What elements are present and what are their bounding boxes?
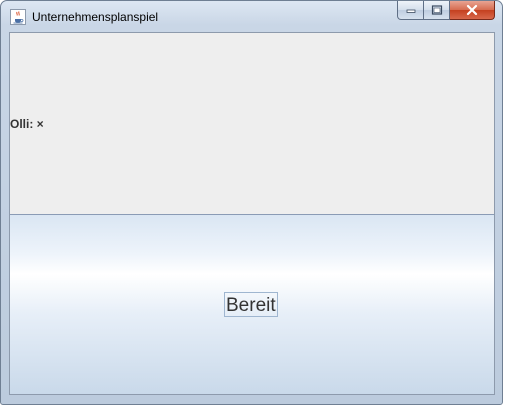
minimize-button[interactable] xyxy=(397,1,424,20)
title-bar[interactable]: Unternehmensplanspiel xyxy=(1,1,502,32)
window-title: Unternehmensplanspiel xyxy=(32,10,159,24)
ready-button-area[interactable]: Bereit xyxy=(10,214,494,394)
caption-buttons xyxy=(397,1,495,21)
ready-button[interactable]: Bereit xyxy=(224,292,278,317)
player-status-label: Olli: × xyxy=(10,117,44,131)
close-icon xyxy=(466,4,478,16)
minimize-icon xyxy=(406,9,415,13)
maximize-button[interactable] xyxy=(424,1,450,20)
close-button[interactable] xyxy=(450,1,495,20)
maximize-icon xyxy=(431,5,442,15)
player-status-panel: Olli: × xyxy=(10,33,494,214)
app-window: Unternehmensplanspiel Olli: × Bereit xyxy=(0,0,503,405)
java-cup-icon xyxy=(10,9,26,25)
content-pane: Olli: × Bereit xyxy=(9,32,495,395)
